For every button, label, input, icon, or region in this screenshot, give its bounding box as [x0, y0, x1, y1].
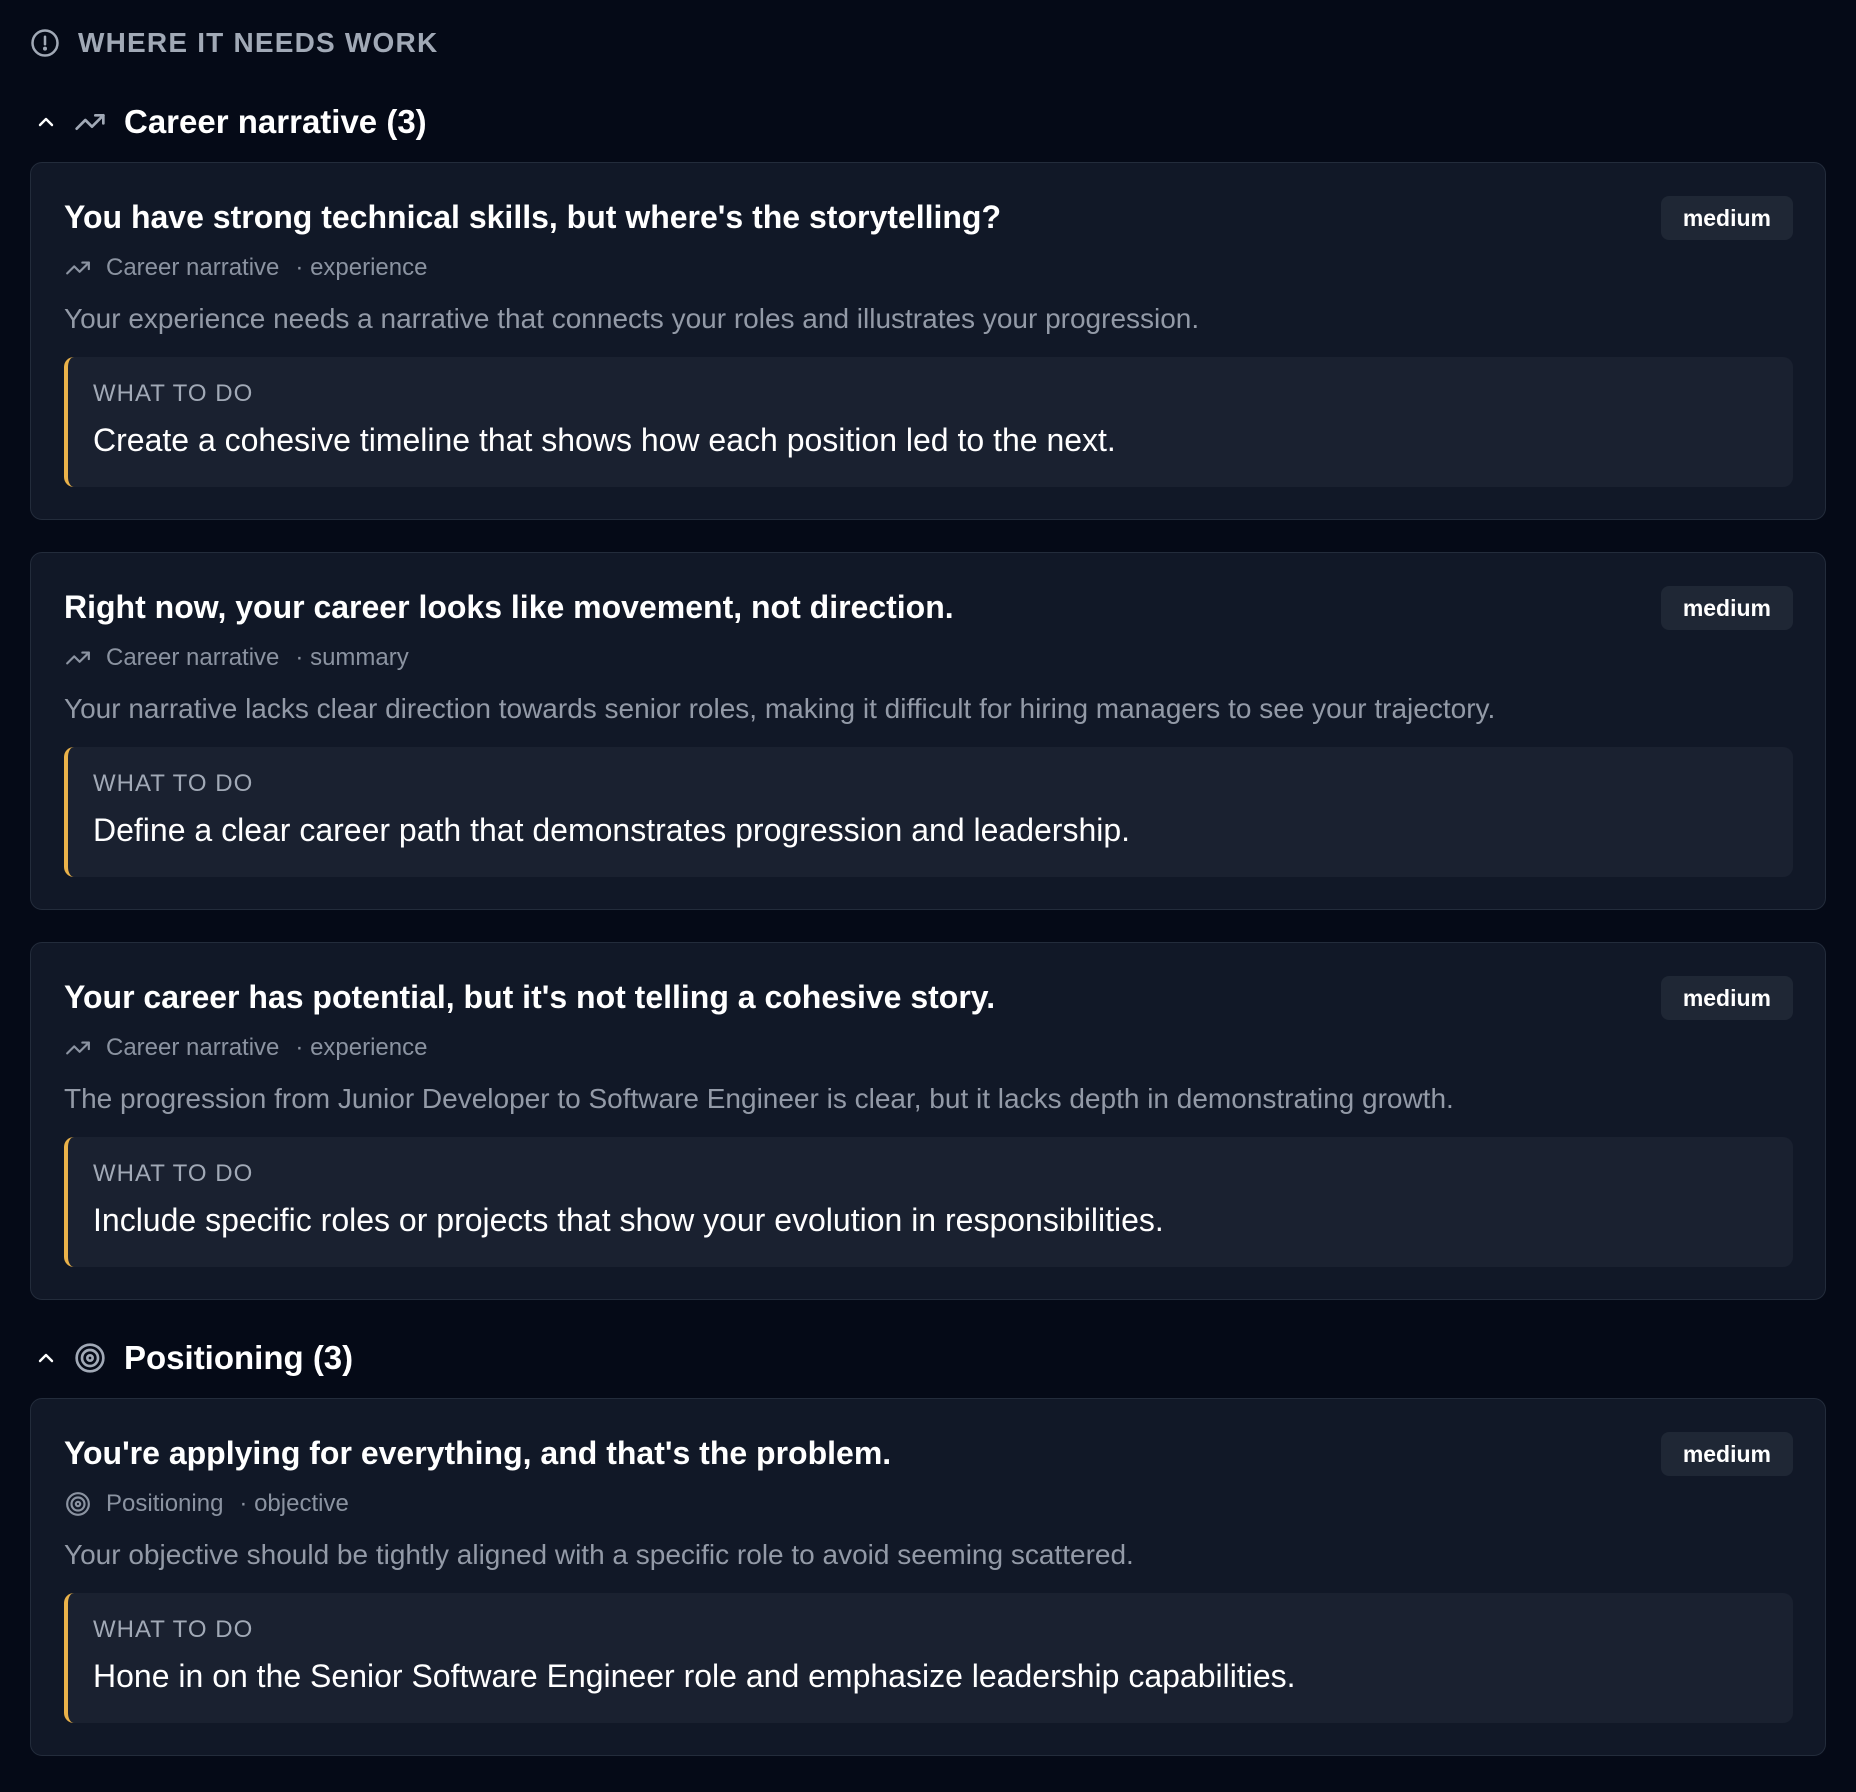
- chevron-up-icon[interactable]: [30, 106, 62, 138]
- group-title: Career narrative (3): [124, 103, 427, 140]
- what-to-do-box: WHAT TO DO Define a clear career path th…: [64, 747, 1793, 877]
- what-to-do-box: WHAT TO DO Include specific roles or pro…: [64, 1137, 1793, 1267]
- what-to-do-label: WHAT TO DO: [93, 770, 254, 797]
- issue-meta: Positioning · objective: [64, 1487, 1793, 1521]
- what-to-do-box: WHAT TO DO Hone in on the Senior Softwar…: [64, 1593, 1793, 1723]
- severity-badge: medium: [1660, 1432, 1793, 1476]
- what-to-do-label: WHAT TO DO: [93, 380, 254, 407]
- feedback-panel: WHERE IT NEEDS WORK Career narrative (3)…: [0, 0, 1856, 1792]
- what-to-do-text: Create a cohesive timeline that shows ho…: [93, 422, 1116, 458]
- trending-up-icon: [64, 254, 92, 282]
- issue-card: You're applying for everything, and that…: [30, 1398, 1826, 1756]
- issue-card: Your career has potential, but it's not …: [30, 942, 1826, 1300]
- issue-title: You're applying for everything, and that…: [64, 1435, 892, 1471]
- issue-section-tag: · summary: [295, 644, 409, 671]
- severity-badge: medium: [1660, 976, 1793, 1020]
- issue-description: The progression from Junior Developer to…: [64, 1083, 1454, 1114]
- group-header[interactable]: Career narrative (3): [30, 96, 1826, 148]
- issue-card: Right now, your career looks like moveme…: [30, 552, 1826, 910]
- issue-title: You have strong technical skills, but wh…: [64, 199, 1001, 235]
- issue-meta: Career narrative · experience: [64, 251, 1793, 285]
- target-icon: [72, 1340, 108, 1376]
- issue-title: Right now, your career looks like moveme…: [64, 589, 954, 625]
- issue-description: Your objective should be tightly aligned…: [64, 1539, 1134, 1570]
- issue-meta: Career narrative · experience: [64, 1031, 1793, 1065]
- issue-title: Your career has potential, but it's not …: [64, 979, 996, 1015]
- trending-up-icon: [64, 1034, 92, 1062]
- issue-category: Positioning: [106, 1490, 224, 1517]
- what-to-do-text: Include specific roles or projects that …: [93, 1202, 1164, 1238]
- trending-up-icon: [72, 104, 108, 140]
- issue-category: Career narrative: [106, 644, 280, 671]
- issue-section-tag: · objective: [239, 1490, 349, 1517]
- what-to-do-box: WHAT TO DO Create a cohesive timeline th…: [64, 357, 1793, 487]
- what-to-do-text: Hone in on the Senior Software Engineer …: [93, 1658, 1296, 1694]
- section-header: WHERE IT NEEDS WORK: [30, 21, 1826, 65]
- target-icon: [64, 1490, 92, 1518]
- issue-section-tag: · experience: [295, 254, 428, 281]
- group-header[interactable]: Positioning (3): [30, 1332, 1826, 1384]
- group-positioning: Positioning (3) You're applying for ever…: [30, 1332, 1826, 1756]
- section-title: WHERE IT NEEDS WORK: [78, 27, 439, 58]
- chevron-up-icon[interactable]: [30, 1342, 62, 1374]
- group-career-narrative: Career narrative (3) You have strong tec…: [30, 96, 1826, 1300]
- severity-badge: medium: [1660, 586, 1793, 630]
- what-to-do-text: Define a clear career path that demonstr…: [93, 812, 1131, 848]
- issue-description: Your narrative lacks clear direction tow…: [64, 693, 1496, 724]
- what-to-do-label: WHAT TO DO: [93, 1616, 254, 1643]
- issue-card: You have strong technical skills, but wh…: [30, 162, 1826, 520]
- issue-description: Your experience needs a narrative that c…: [64, 303, 1200, 334]
- issue-meta: Career narrative · summary: [64, 641, 1793, 675]
- severity-badge: medium: [1660, 196, 1793, 240]
- issue-category: Career narrative: [106, 1034, 280, 1061]
- alert-circle-icon: [30, 28, 60, 58]
- issue-section-tag: · experience: [295, 1034, 428, 1061]
- what-to-do-label: WHAT TO DO: [93, 1160, 254, 1187]
- trending-up-icon: [64, 644, 92, 672]
- issue-category: Career narrative: [106, 254, 280, 281]
- group-title: Positioning (3): [124, 1339, 354, 1376]
